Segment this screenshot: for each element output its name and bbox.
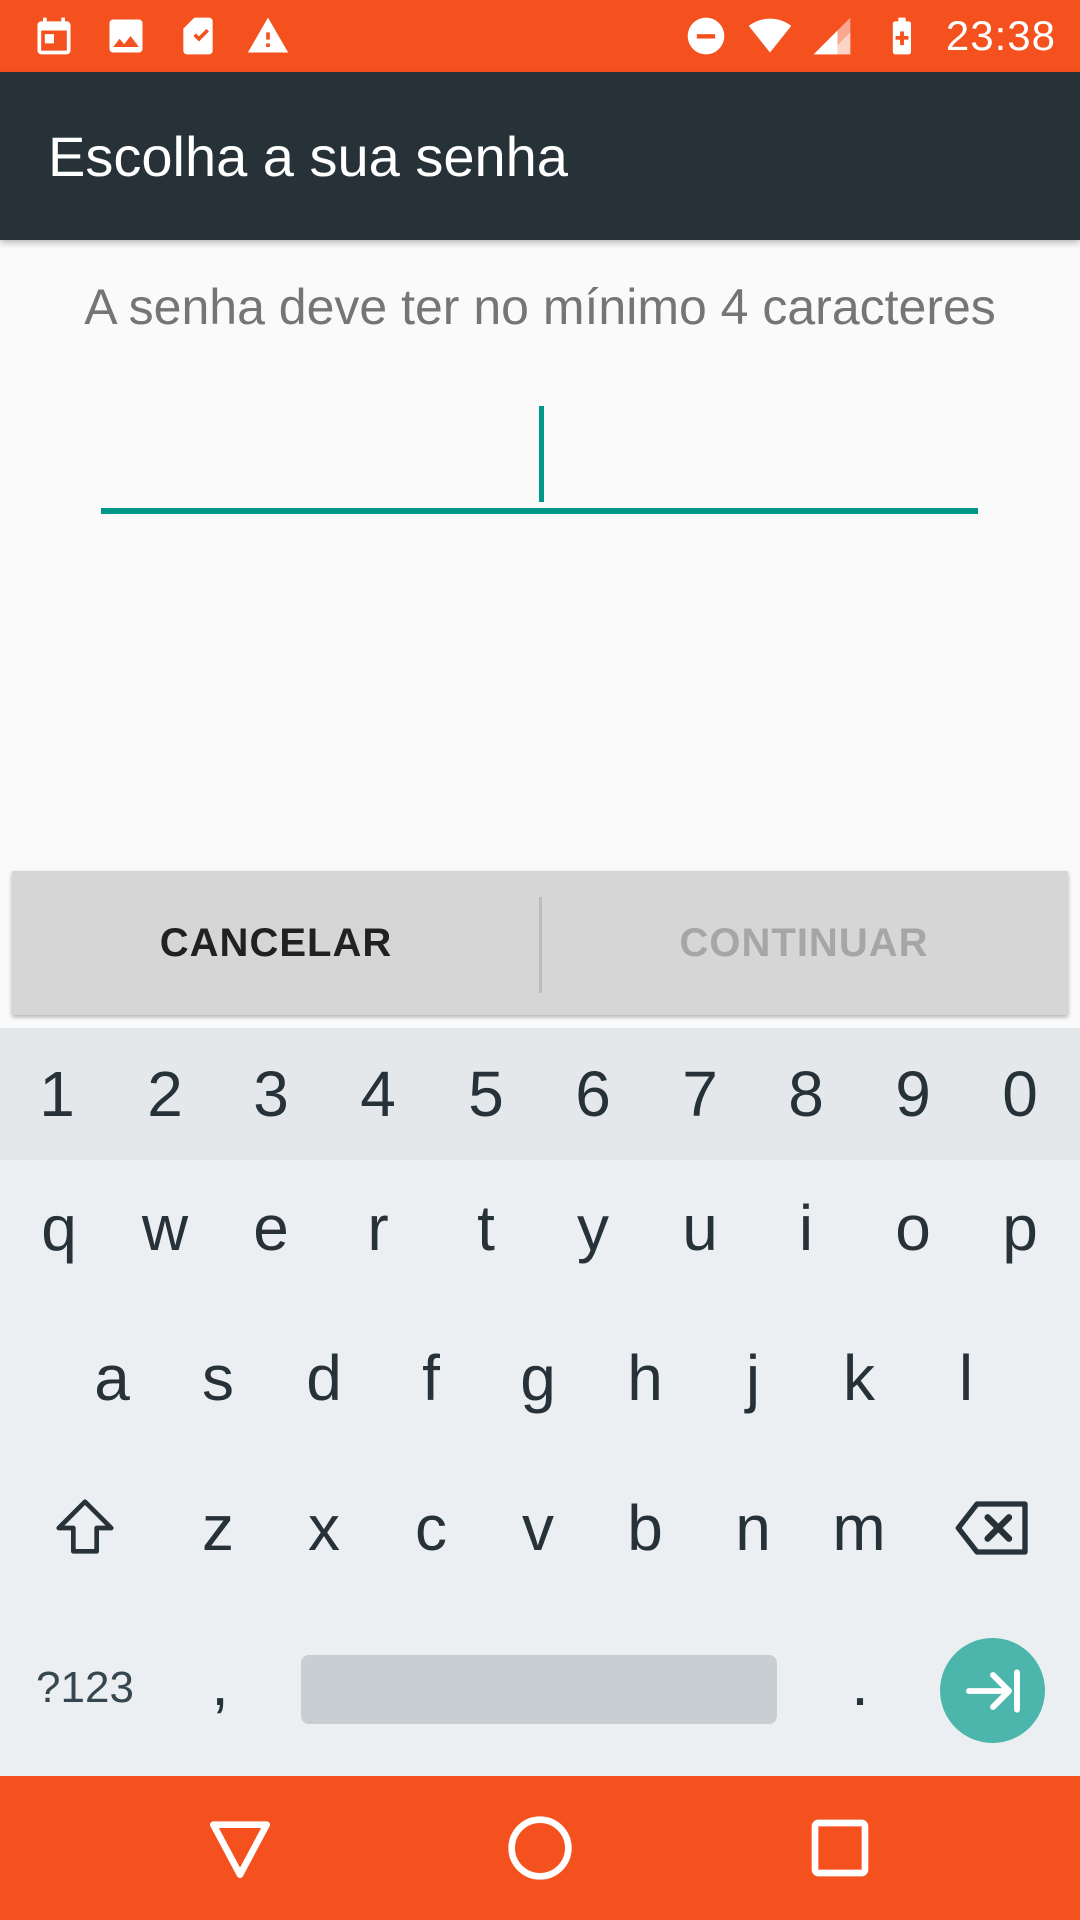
wifi-icon <box>748 18 792 53</box>
key-5[interactable]: 5 <box>441 1028 531 1160</box>
battery-charging-icon <box>892 17 912 55</box>
backspace-icon <box>955 1501 1028 1555</box>
key-s[interactable]: s <box>173 1318 263 1438</box>
key-q[interactable]: q <box>14 1168 104 1288</box>
key-g[interactable]: g <box>493 1318 583 1438</box>
recents-icon[interactable] <box>800 1808 880 1888</box>
shift-key[interactable] <box>40 1468 130 1588</box>
key-p[interactable]: p <box>975 1168 1065 1288</box>
warning-icon <box>247 17 289 53</box>
app-toolbar: Escolha a sua senha <box>0 72 1080 240</box>
key-o[interactable]: o <box>868 1168 958 1288</box>
key-e[interactable]: e <box>226 1168 316 1288</box>
key-1[interactable]: 1 <box>12 1028 102 1160</box>
key-7[interactable]: 7 <box>655 1028 745 1160</box>
cancel-button[interactable]: CANCELAR <box>12 871 540 1015</box>
key-3[interactable]: 3 <box>226 1028 316 1160</box>
key-0[interactable]: 0 <box>975 1028 1065 1160</box>
continue-button[interactable]: CONTINUAR <box>540 871 1068 1015</box>
password-underline <box>101 508 978 514</box>
space-key[interactable] <box>301 1655 777 1724</box>
number-row: 1 2 3 4 5 6 7 8 9 0 <box>0 1028 1080 1160</box>
key-u[interactable]: u <box>655 1168 745 1288</box>
image-icon <box>109 19 143 53</box>
button-bar: CANCELAR CONTINUAR <box>12 871 1068 1015</box>
do-not-disturb-icon <box>687 17 725 55</box>
key-d[interactable]: d <box>279 1318 369 1438</box>
key-4[interactable]: 4 <box>333 1028 423 1160</box>
home-icon[interactable] <box>500 1808 580 1888</box>
key-6[interactable]: 6 <box>548 1028 638 1160</box>
key-2[interactable]: 2 <box>120 1028 210 1160</box>
soft-keyboard: 1 2 3 4 5 6 7 8 9 0 q w e r t y u i o p … <box>0 1028 1080 1776</box>
key-f[interactable]: f <box>386 1318 476 1438</box>
key-m[interactable]: m <box>814 1468 904 1588</box>
key-b[interactable]: b <box>600 1468 690 1588</box>
key-r[interactable]: r <box>333 1168 423 1288</box>
enter-key[interactable] <box>940 1638 1045 1743</box>
clock: 23:38 <box>945 12 1056 59</box>
text-cursor <box>539 406 544 502</box>
backspace-key[interactable] <box>948 1468 1038 1588</box>
back-icon[interactable] <box>200 1808 280 1888</box>
key-8[interactable]: 8 <box>761 1028 851 1160</box>
key-y[interactable]: y <box>548 1168 638 1288</box>
key-v[interactable]: v <box>493 1468 583 1588</box>
password-hint: A senha deve ter no mínimo 4 caracteres <box>84 279 996 335</box>
navigation-bar <box>0 1776 1080 1920</box>
period-key[interactable]: . <box>815 1628 905 1738</box>
key-a[interactable]: a <box>67 1318 157 1438</box>
key-z[interactable]: z <box>173 1468 263 1588</box>
password-field[interactable] <box>101 400 978 516</box>
key-c[interactable]: c <box>386 1468 476 1588</box>
page-title: Escolha a sua senha <box>48 125 568 188</box>
shift-icon <box>56 1499 114 1554</box>
calendar-icon <box>37 17 71 55</box>
comma-key[interactable]: , <box>175 1628 265 1738</box>
key-9[interactable]: 9 <box>868 1028 958 1160</box>
status-bar: 23:38 <box>0 0 1080 72</box>
symbols-key[interactable]: ?123 <box>20 1638 150 1738</box>
key-h[interactable]: h <box>600 1318 690 1438</box>
sd-card-icon <box>183 17 213 55</box>
key-l[interactable]: l <box>921 1318 1011 1438</box>
key-j[interactable]: j <box>708 1318 798 1438</box>
key-w[interactable]: w <box>120 1168 210 1288</box>
key-x[interactable]: x <box>279 1468 369 1588</box>
key-i[interactable]: i <box>761 1168 851 1288</box>
tab-next-icon <box>965 1668 1020 1713</box>
key-k[interactable]: k <box>814 1318 904 1438</box>
key-t[interactable]: t <box>441 1168 531 1288</box>
key-n[interactable]: n <box>708 1468 798 1588</box>
cell-signal-icon <box>813 17 851 55</box>
